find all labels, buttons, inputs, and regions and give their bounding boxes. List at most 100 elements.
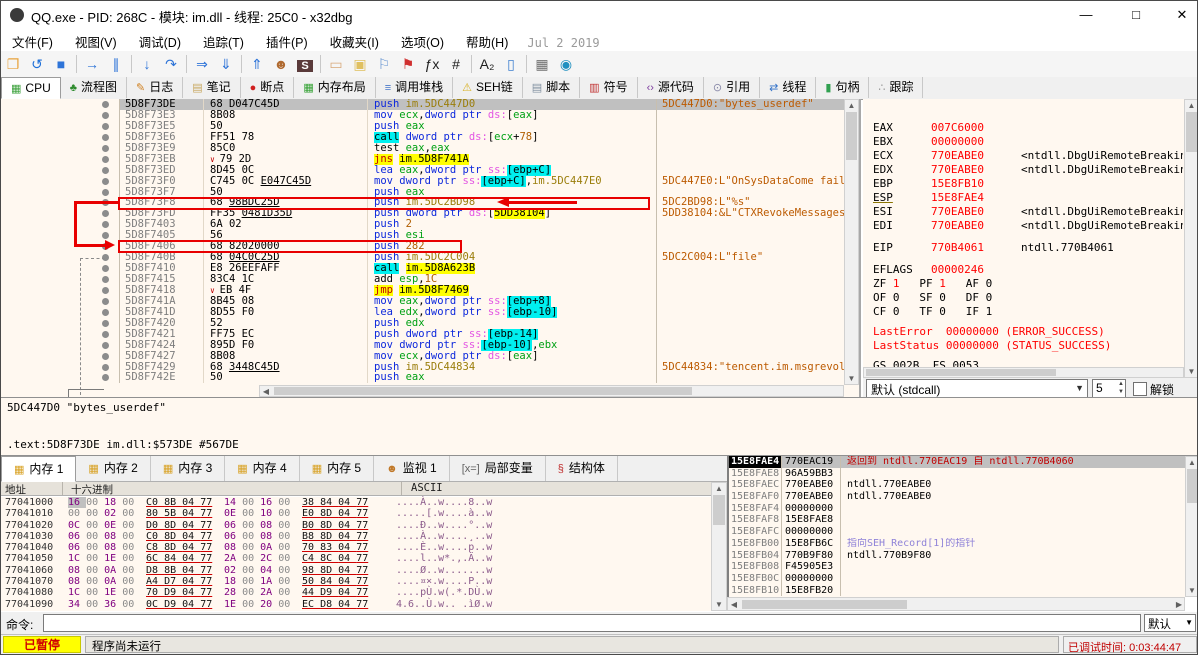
dump-vscrollbar[interactable]: ▲ ▼ [711,482,727,611]
register-line[interactable]: ZF 1 PF 1 AF 0 [873,277,1183,291]
disasm-row[interactable]: 5D8F7427 8B08 mov ecx,dword ptr ds:[eax] [1,350,859,362]
register-line[interactable]: EIP 770B4061 ntdll.770B4061 [873,241,1183,255]
open-file-button[interactable]: ❐ [1,53,25,75]
register-line[interactable]: EDI 770EABE0 <ntdll.DbgUiRemoteBreakin> [873,219,1183,233]
command-input[interactable] [43,614,1141,632]
close-button[interactable]: ✕ [1159,1,1197,29]
disasm-row[interactable]: 5D8F73F0 C745 0C E047C45D mov dword ptr ss… [1,175,859,187]
tab-引用[interactable]: ⊙ 引用 [704,77,761,98]
dump-tab-结构体[interactable]: § 结构体 [546,456,618,481]
disasm-row[interactable]: 5D8F73E9 85C0 test eax,eax [1,142,859,154]
tab-符号[interactable]: ▥ 符号 [580,77,638,98]
breakpoint-dot-icon[interactable] [102,265,109,273]
breakpoint-dot-icon[interactable] [102,111,109,119]
register-line[interactable]: LastStatus 00000000 (STATUS_SUCCESS) [873,339,1183,353]
dump-row[interactable]: 77041040 06 00 08 00 C8 8D 04 77 08 00 0A 0… [1,542,711,553]
breakpoint-dot-icon[interactable] [102,166,109,174]
memory-dump-pane[interactable]: 77041000 16 00 18 00 C0 8B 04 77 14 00 16 0… [1,497,711,611]
stack-row[interactable]: 15E8FAF4 00000000 [729,502,1185,515]
breakpoint-dot-icon[interactable] [102,210,109,218]
tab-内存布局[interactable]: ▦ 内存布局 [294,77,376,98]
stack-row[interactable]: 15E8FB08 F45905E3 [729,561,1185,573]
dump-tab-内存 1[interactable]: ▦ 内存 1 [1,456,77,482]
dump-row[interactable]: 77041080 1C 00 1E 00 70 D9 04 77 28 00 2A 0… [1,587,711,598]
dump-row[interactable]: 77041000 16 00 18 00 C0 8B 04 77 14 00 16 0… [1,497,711,508]
analysis-button[interactable]: # [444,53,468,75]
disasm-row[interactable]: 5D8F7421 FF75 EC push dword ptr ss:[ebp-14… [1,328,859,340]
unlock-checkbox[interactable] [1133,382,1147,396]
breakpoint-dot-icon[interactable] [102,308,109,316]
breakpoint-dot-icon[interactable] [102,352,109,360]
tab-SEH链[interactable]: ⚠ SEH链 [453,77,523,98]
dump-tab-监视 1[interactable]: ☻ 监视 1 [374,456,450,481]
tab-CPU[interactable]: ▦ CPU [1,77,61,99]
disasm-row[interactable]: 5D8F73FD FF35 0481D35D push dword ptr ds:[… [1,208,859,220]
dump-row[interactable]: 77041060 08 00 0A 00 D8 8B 04 77 02 00 04 0… [1,565,711,576]
register-line[interactable]: EBP 15E8FB10 [873,177,1183,191]
restart-button[interactable]: ↺ [25,53,49,75]
disasm-row[interactable]: 5D8F73ED 8D45 0C lea eax,dword ptr ss:[ebp… [1,164,859,176]
breakpoint-dot-icon[interactable] [102,144,109,152]
breakpoint-dot-icon[interactable] [102,297,109,305]
register-line[interactable]: EBX 00000000 [873,135,1183,149]
tab-流程图[interactable]: ♣ 流程图 [61,77,127,98]
function-button[interactable]: ƒx [420,53,444,75]
dump-row[interactable]: 77041030 06 00 08 00 C0 8D 04 77 06 00 08 0… [1,531,711,542]
stack-row[interactable]: 15E8FB04 770B9F80 ntdll.770B9F80 [729,549,1185,562]
disassembly-pane[interactable]: 5D8F73DE 68 D047C45D push im.5DC447D0 5DC44… [1,99,861,488]
disasm-hscrollbar[interactable]: ◀ [259,385,844,397]
dump-tab-内存 5[interactable]: ▦ 内存 5 [300,456,375,481]
breakpoint-dot-icon[interactable] [102,341,109,349]
run-button[interactable]: → [80,53,104,75]
register-line[interactable]: EAX 007C6000 [873,121,1183,135]
attach-button[interactable]: ▯ [499,53,523,75]
stack-row[interactable]: 15E8FB00 15E8FB6C 指向SEH_Record[1]的指针 [729,537,1185,550]
breakpoint-dot-icon[interactable] [102,155,109,163]
dump-row[interactable]: 77041090 34 00 36 00 0C D9 04 77 1E 00 20 0… [1,599,711,610]
registers-hscrollbar[interactable] [863,367,1184,378]
breakpoint-dot-icon[interactable] [102,133,109,141]
execute-till-return-button[interactable]: ⇓ [214,53,238,75]
stack-row[interactable]: 15E8FAE4 770EAC19 返回到 ntdll.770EAC19 自 ntd… [729,456,1185,468]
disasm-row[interactable]: 5D8F73DE 68 D047C45D push im.5DC447D0 5DC44… [1,99,859,110]
disasm-row[interactable]: 5D8F73E5 50 push eax [1,120,859,132]
disasm-row[interactable]: 5D8F741D 8D55 F0 lea edx,dword ptr ss:[ebp… [1,306,859,318]
registers-list[interactable]: EAX 007C6000 EBX 00000000 ECX 770EABE0 <ntdll.… [873,121,1183,367]
register-line[interactable]: ESI 770EABE0 <ntdll.DbgUiRemoteBreakin> [873,205,1183,219]
register-line[interactable]: GS 002B FS 0053 [873,359,1183,367]
tab-断点[interactable]: ● 断点 [241,77,295,98]
disasm-row[interactable]: 5D8F7418 ∨ EB 4F jmp im.5D8F7469 [1,284,859,296]
breakpoint-dot-icon[interactable] [102,101,109,108]
run-until-user-button[interactable]: ☻ [269,53,293,75]
breakpoint-dot-icon[interactable] [102,374,109,382]
tab-笔记[interactable]: ▤ 笔记 [183,77,241,98]
breakpoint-dot-icon[interactable] [102,330,109,338]
step-into-button[interactable]: ↓ [135,53,159,75]
register-line[interactable]: OF 0 SF 0 DF 0 [873,291,1183,305]
stack-row[interactable]: 15E8FAF8 15E8FAE8 [729,514,1185,527]
register-line[interactable]: LastError 00000000 (ERROR_SUCCESS) [873,325,1183,339]
disasm-row[interactable]: 5D8F7429 68 3448C45D push im.5DC44834 5DC44… [1,361,859,373]
run-to-user-code-button[interactable]: ⇒ [190,53,214,75]
breakpoint-dot-icon[interactable] [102,177,109,185]
stack-pane[interactable]: 15E8FAE4 770EAC19 返回到 ntdll.770EAC19 自 ntd… [727,456,1185,597]
breakpoint-dot-icon[interactable] [102,122,109,130]
breakpoint-dot-icon[interactable] [102,276,109,283]
breakpoint-dot-icon[interactable] [102,188,109,196]
stack-row[interactable]: 15E8FAE8 96A59BB3 [729,467,1185,480]
tab-句柄[interactable]: ▮ 句柄 [816,77,870,98]
dump-row[interactable]: 77041020 0C 00 0E 00 D0 8D 04 77 06 00 08 0… [1,520,711,531]
stack-row[interactable]: 15E8FAEC 770EABE0 ntdll.770EABE0 [729,479,1185,492]
calculator-button[interactable]: ▦ [530,53,554,75]
dump-tab-局部变量[interactable]: [x=] 局部变量 [450,456,546,481]
breakpoint-dot-icon[interactable] [102,319,109,327]
disasm-row[interactable]: 5D8F73E6 FF51 78 call dword ptr ds:[ecx+78… [1,131,859,143]
breakpoint-dot-icon[interactable] [102,363,109,371]
dump-row[interactable]: 77041070 08 00 0A 00 A4 D7 04 77 18 00 1A 0… [1,576,711,587]
arg-count-stepper[interactable]: 5 ▲ ▼ [1092,379,1126,398]
registers-vscrollbar[interactable]: ▲ ▼ [1184,99,1197,378]
disasm-row[interactable]: 5D8F742E 50 push eax [1,372,859,384]
tab-线程[interactable]: ⇄ 线程 [760,77,817,98]
tab-脚本[interactable]: ▤ 脚本 [523,77,581,98]
stop-button[interactable]: ■ [49,53,73,75]
